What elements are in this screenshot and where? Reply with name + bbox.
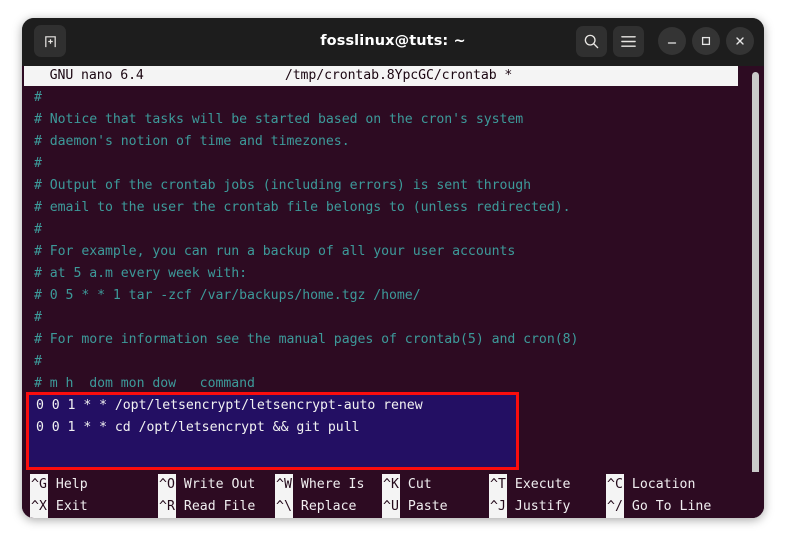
editor-line: # at 5 a.m every week with:: [34, 266, 248, 281]
shortcut-item[interactable]: ^X Exit: [30, 496, 158, 518]
editor-line: # email to the user the crontab file bel…: [34, 200, 571, 215]
shortcut-item[interactable]: ^G Help: [30, 474, 158, 496]
shortcut-key: ^U: [382, 496, 400, 518]
shortcut-label: Go To Line: [631, 499, 712, 514]
minimize-icon[interactable]: [658, 27, 686, 55]
shortcut-label: Replace: [300, 499, 357, 514]
terminal-window: fosslinux@tuts: ~ GNU nano 6.4 /tmp/cron…: [22, 18, 764, 518]
screenshot-root: fosslinux@tuts: ~ GNU nano 6.4 /tmp/cron…: [0, 0, 786, 533]
shortcut-key: ^W: [275, 474, 293, 496]
shortcut-item[interactable]: ^C Location: [606, 474, 746, 496]
shortcut-row-top: ^G Help ^O Write Out ^W Where Is ^K Cut ^T Execut…: [30, 474, 764, 496]
shortcut-row-bottom: ^X Exit ^R Read File ^\ Replace ^U Paste ^J Justi…: [30, 496, 764, 518]
shortcut-label: Execute: [514, 477, 571, 492]
shortcut-item[interactable]: ^\ Replace: [275, 496, 382, 518]
scrollbar-thumb[interactable]: [752, 72, 759, 490]
annotated-region: 0 0 1 * * /opt/letsencrypt/letsencrypt-a…: [26, 392, 764, 473]
nano-header-bar: GNU nano 6.4 /tmp/crontab.8YpcGC/crontab…: [24, 66, 738, 86]
shortcut-item[interactable]: ^T Execute: [489, 474, 606, 496]
editor-line: # For example, you can run a backup of a…: [34, 244, 516, 259]
shortcut-label: Exit: [55, 499, 88, 514]
shortcut-key: ^R: [158, 496, 176, 518]
selection-block[interactable]: 0 0 1 * * /opt/letsencrypt/letsencrypt-a…: [28, 395, 517, 467]
editor-line: # Notice that tasks will be started base…: [34, 112, 524, 127]
editor-line: #: [34, 310, 42, 325]
shortcut-item[interactable]: ^/ Go To Line: [606, 496, 746, 518]
shortcut-item[interactable]: ^O Write Out: [158, 474, 275, 496]
shortcut-label: Help: [55, 477, 88, 492]
shortcut-key: ^/: [606, 496, 624, 518]
comment-lines-group: # # Notice that tasks will be started bas…: [26, 87, 764, 395]
shortcut-key: ^T: [489, 474, 507, 496]
shortcut-label: Read File: [183, 499, 256, 514]
shortcut-key: ^\: [275, 496, 293, 518]
selected-cron-lines[interactable]: 0 0 1 * * /opt/letsencrypt/letsencrypt-a…: [28, 395, 517, 439]
shortcut-label: Cut: [407, 477, 432, 492]
shortcut-label: Write Out: [183, 477, 256, 492]
shortcut-item[interactable]: ^U Paste: [382, 496, 489, 518]
nano-text-buffer[interactable]: # # Notice that tasks will be started bas…: [22, 86, 764, 473]
editor-line: # For more information see the manual pa…: [34, 332, 579, 347]
shortcut-item[interactable]: ^R Read File: [158, 496, 275, 518]
shortcut-item[interactable]: ^K Cut: [382, 474, 489, 496]
shortcut-label: Paste: [407, 499, 448, 514]
shortcut-label: Where Is: [300, 477, 365, 492]
window-titlebar: fosslinux@tuts: ~: [22, 18, 764, 64]
hamburger-menu-icon[interactable]: [613, 25, 644, 57]
shortcut-label: Justify: [514, 499, 571, 514]
editor-line: #: [34, 90, 42, 105]
editor-line-selected[interactable]: 0 0 1 * * cd /opt/letsencrypt && git pul…: [28, 417, 517, 439]
shortcut-key: ^G: [30, 474, 48, 496]
shortcut-key: ^C: [606, 474, 624, 496]
search-icon[interactable]: [576, 25, 607, 57]
editor-line: #: [34, 354, 42, 369]
shortcut-item[interactable]: ^J Justify: [489, 496, 606, 518]
shortcut-key: ^X: [30, 496, 48, 518]
close-icon[interactable]: [726, 27, 754, 55]
terminal-scrollbar[interactable]: [751, 68, 761, 490]
nano-shortcut-bar: ^G Help ^O Write Out ^W Where Is ^K Cut ^T Execut…: [22, 472, 764, 518]
editor-line: # daemon's notion of time and timezones.: [34, 134, 350, 149]
shortcut-key: ^K: [382, 474, 400, 496]
maximize-icon[interactable]: [692, 27, 720, 55]
shortcut-key: ^O: [158, 474, 176, 496]
shortcut-label: Location: [631, 477, 696, 492]
shortcut-key: ^J: [489, 496, 507, 518]
editor-line: #: [34, 156, 42, 171]
editor-line: #: [34, 222, 42, 237]
editor-line: # 0 5 * * 1 tar -zcf /var/backups/home.t…: [34, 288, 421, 303]
editor-line-selected[interactable]: 0 0 1 * * /opt/letsencrypt/letsencrypt-a…: [28, 395, 517, 417]
new-tab-icon[interactable]: [34, 25, 66, 57]
editor-line: # Output of the crontab jobs (including …: [34, 178, 532, 193]
titlebar-controls: [576, 25, 754, 57]
shortcut-item[interactable]: ^W Where Is: [275, 474, 382, 496]
terminal-body: GNU nano 6.4 /tmp/crontab.8YpcGC/crontab…: [22, 66, 764, 518]
editor-line: # m h dom mon dow command: [34, 376, 255, 391]
